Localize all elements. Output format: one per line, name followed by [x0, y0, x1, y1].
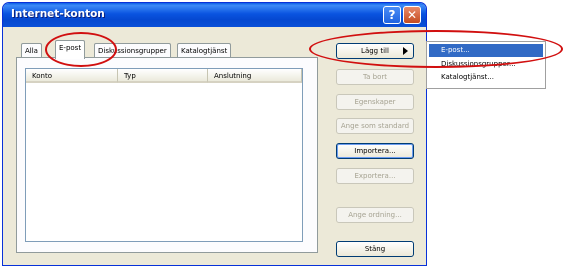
import-button[interactable]: Importera...: [336, 143, 414, 159]
window-title: Internet-konton: [11, 8, 105, 20]
tab-katalogtjanst[interactable]: Katalogtjänst: [177, 43, 232, 58]
account-list[interactable]: Konto Typ Anslutning: [25, 68, 303, 242]
column-header-anslutning[interactable]: Anslutning: [208, 69, 302, 83]
close-button[interactable]: Stäng: [336, 241, 414, 257]
export-button[interactable]: Exportera...: [336, 168, 414, 184]
column-header-typ[interactable]: Typ: [118, 69, 208, 83]
tab-e-post[interactable]: E-post: [55, 40, 86, 59]
column-header-konto[interactable]: Konto: [26, 69, 118, 83]
annotation-circle-add: [309, 30, 563, 68]
set-order-button[interactable]: Ange ordning...: [336, 207, 414, 223]
tab-alla[interactable]: Alla: [21, 43, 42, 58]
menu-item-katalogtjanst[interactable]: Katalogtjänst...: [429, 71, 543, 84]
remove-button[interactable]: Ta bort: [336, 69, 414, 85]
set-default-button[interactable]: Ange som standard: [336, 118, 414, 134]
help-icon[interactable]: ?: [383, 6, 401, 24]
properties-button[interactable]: Egenskaper: [336, 94, 414, 110]
title-bar[interactable]: Internet-konton ? ✕: [3, 3, 426, 27]
close-icon[interactable]: ✕: [403, 6, 421, 24]
